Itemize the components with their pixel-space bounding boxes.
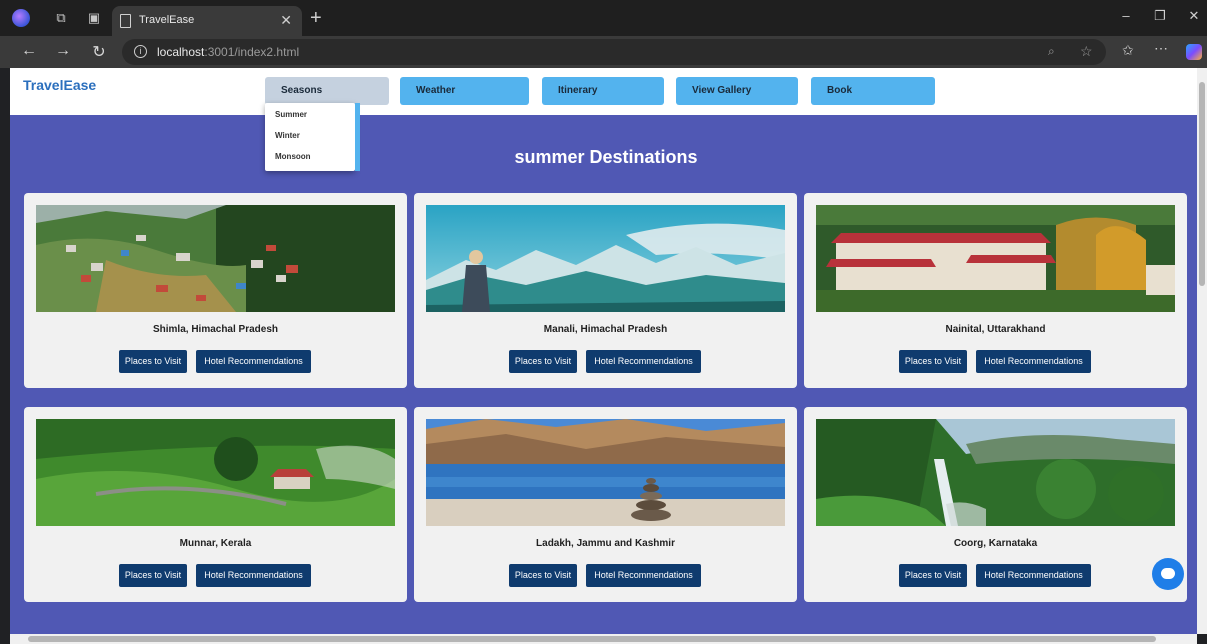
places-to-visit-button[interactable]: Places to Visit	[509, 564, 577, 587]
restore-icon[interactable]: ❐	[1150, 8, 1170, 24]
seasons-dropdown-menu: Summer Winter Monsoon	[265, 103, 360, 171]
new-tab-icon[interactable]: +	[310, 7, 322, 30]
close-tab-icon[interactable]: ✕	[280, 12, 292, 29]
vertical-scroll-thumb[interactable]	[1199, 82, 1205, 286]
destination-image-manali	[426, 205, 785, 312]
destination-image-munnar	[36, 419, 395, 526]
places-to-visit-button[interactable]: Places to Visit	[899, 564, 967, 587]
destination-image-ladakh	[426, 419, 785, 526]
back-arrow-icon[interactable]: ←	[18, 42, 40, 60]
nav-book-button[interactable]: Book	[811, 77, 935, 105]
nav-view-gallery-button[interactable]: View Gallery	[676, 77, 798, 105]
hotel-recommendations-button[interactable]: Hotel Recommendations	[976, 350, 1091, 373]
destination-card-manali: Manali, Himachal Pradesh Places to Visit…	[414, 193, 797, 388]
tab-actions-icon[interactable]: ▣	[85, 9, 103, 27]
menu-item-winter[interactable]: Winter	[275, 131, 300, 140]
hotel-recommendations-button[interactable]: Hotel Recommendations	[196, 564, 311, 587]
destination-card-ladakh: Ladakh, Jammu and Kashmir Places to Visi…	[414, 407, 797, 602]
copilot-icon[interactable]	[1186, 44, 1202, 60]
destination-image-shimla	[36, 205, 395, 312]
reload-icon[interactable]: ↻	[88, 42, 110, 62]
places-to-visit-button[interactable]: Places to Visit	[899, 350, 967, 373]
site-logo[interactable]: TravelEase	[23, 77, 96, 93]
profile-avatar-icon[interactable]	[12, 9, 30, 27]
favorites-icon[interactable]: ✩	[1122, 42, 1134, 59]
url-host: localhost	[157, 45, 205, 59]
destination-name: Coorg, Karnataka	[953, 538, 1038, 549]
forward-arrow-icon[interactable]: →	[52, 42, 74, 60]
hotel-recommendations-button[interactable]: Hotel Recommendations	[196, 350, 311, 373]
tab-title: TravelEase	[139, 14, 195, 26]
destinations-section: summer Destinations Shimla, Himachal Pra…	[10, 115, 1197, 634]
nav-weather-button[interactable]: Weather	[400, 77, 529, 105]
menu-item-summer[interactable]: Summer	[275, 110, 307, 119]
site-info-icon[interactable]: i	[134, 45, 147, 58]
workspaces-icon[interactable]: ⧉	[52, 9, 70, 27]
nav-itinerary-button[interactable]: Itinerary	[542, 77, 664, 105]
destination-card-coorg: Coorg, Karnataka Places to Visit Hotel R…	[804, 407, 1187, 602]
hotel-recommendations-button[interactable]: Hotel Recommendations	[586, 564, 701, 587]
page-viewport: TravelEase Seasons Weather Itinerary Vie…	[10, 68, 1197, 634]
destination-card-munnar: Munnar, Kerala Places to Visit Hotel Rec…	[24, 407, 407, 602]
address-bar[interactable]: i localhost:3001/index2.html ⌕ ☆	[122, 39, 1106, 65]
places-to-visit-button[interactable]: Places to Visit	[509, 350, 577, 373]
browser-tab-active[interactable]: TravelEase ✕	[112, 6, 302, 36]
horizontal-scroll-thumb[interactable]	[28, 636, 1156, 642]
zoom-icon[interactable]: ⌕	[1048, 44, 1055, 59]
favorite-star-icon[interactable]: ☆	[1080, 43, 1093, 60]
places-to-visit-button[interactable]: Places to Visit	[119, 564, 187, 587]
menu-item-monsoon[interactable]: Monsoon	[275, 152, 311, 161]
destination-name: Munnar, Kerala	[179, 538, 252, 549]
more-options-icon[interactable]: ⋯	[1154, 40, 1168, 57]
minimize-icon[interactable]: –	[1116, 8, 1136, 23]
browser-toolbar: ← → ↻ i localhost:3001/index2.html ⌕ ☆ ✩…	[0, 36, 1207, 68]
url-text: localhost:3001/index2.html	[157, 45, 299, 59]
window-close-icon[interactable]: ✕	[1184, 8, 1204, 24]
destination-name: Ladakh, Jammu and Kashmir	[536, 538, 675, 549]
page-icon	[120, 14, 131, 28]
destination-card-nainital: Nainital, Uttarakhand Places to Visit Ho…	[804, 193, 1187, 388]
destination-name: Nainital, Uttarakhand	[945, 324, 1046, 335]
destination-image-coorg	[816, 419, 1175, 526]
url-path: :3001/index2.html	[204, 45, 300, 59]
destination-name: Shimla, Himachal Pradesh	[152, 324, 279, 335]
places-to-visit-button[interactable]: Places to Visit	[119, 350, 187, 373]
horizontal-scrollbar[interactable]	[10, 634, 1197, 644]
destination-name: Manali, Himachal Pradesh	[543, 324, 668, 335]
page-title: summer Destinations	[514, 147, 698, 167]
vertical-scrollbar[interactable]	[1197, 68, 1207, 634]
nav-seasons-button[interactable]: Seasons	[265, 77, 389, 105]
chat-bubble-icon[interactable]	[1152, 558, 1184, 590]
destination-card-shimla: Shimla, Himachal Pradesh Places to Visit…	[24, 193, 407, 388]
destination-image-nainital	[816, 205, 1175, 312]
browser-tab-bar: ⧉ ▣ TravelEase ✕ + – ❐ ✕	[0, 0, 1207, 36]
hotel-recommendations-button[interactable]: Hotel Recommendations	[586, 350, 701, 373]
site-header: TravelEase Seasons Weather Itinerary Vie…	[10, 68, 1197, 115]
hotel-recommendations-button[interactable]: Hotel Recommendations	[976, 564, 1091, 587]
